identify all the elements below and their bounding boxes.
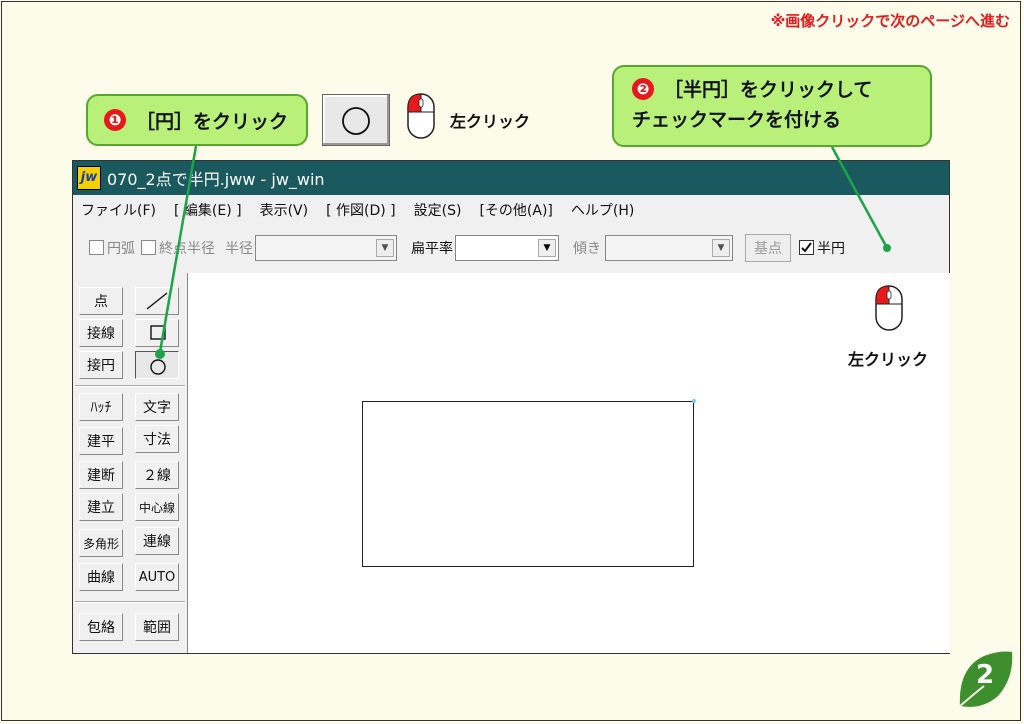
flat-ratio-combo[interactable]: ▼	[455, 235, 559, 261]
jw-win-window: jw 070_2点で半円.jww - jw_win ファイル(F) [ 編集(E…	[72, 160, 950, 654]
tool-section[interactable]: 建断	[79, 461, 123, 489]
step-number: ❷	[632, 78, 654, 100]
end-radius-option[interactable]: 終点半径	[141, 238, 215, 258]
tilt-combo[interactable]: ▼	[605, 235, 733, 261]
next-page-note[interactable]: ※画像クリックで次のページへ進む	[771, 10, 1010, 31]
callout-check-semicircle: ❷ ［半円］をクリックして チェックマークを付ける	[612, 65, 932, 147]
circle-tool-options: 円弧 終点半径 半径 ▼ 扁平率 ▼ 傾き ▼ 基点 半円	[73, 227, 949, 269]
tool-floor-plan[interactable]: 建平	[79, 427, 123, 455]
menu-bar: ファイル(F) [ 編集(E) ] 表示(V) [ 作図(D) ] 設定(S) …	[73, 195, 949, 225]
callout-text-line2: チェックマークを付ける	[632, 109, 842, 131]
arc-label: 円弧	[107, 241, 135, 257]
base-point-button[interactable]: 基点	[745, 234, 791, 262]
tool-center-line[interactable]: 中心線	[135, 493, 179, 521]
tool-range[interactable]: 範囲	[135, 613, 179, 641]
line-icon	[146, 292, 168, 310]
window-title: 070_2点で半円.jww - jw_win	[107, 170, 325, 189]
dropdown-arrow-icon[interactable]: ▼	[712, 239, 730, 257]
menu-help[interactable]: ヘルプ(H)	[571, 200, 634, 220]
menu-edit[interactable]: [ 編集(E) ]	[174, 200, 242, 220]
drawing-canvas[interactable]	[187, 273, 950, 653]
circle-icon	[150, 359, 166, 375]
tool-auto[interactable]: AUTO	[135, 563, 179, 591]
callout-click-circle: ❶ ［円］をクリック	[86, 94, 308, 146]
checkmark-icon	[801, 242, 812, 253]
tool-circle[interactable]	[135, 351, 179, 379]
tool-double-line[interactable]: ２線	[135, 461, 179, 489]
semicircle-label: 半円	[817, 241, 845, 257]
tool-hatch[interactable]: ﾊｯﾁ	[79, 393, 123, 421]
menu-view[interactable]: 表示(V)	[260, 200, 309, 220]
flat-ratio-label: 扁平率	[411, 241, 453, 257]
tool-palette: 点 接線 接円 ﾊｯﾁ 文字 建平 寸法 建断 ２線 建立 中心線 多角形 連線…	[73, 271, 187, 653]
tool-dimension[interactable]: 寸法	[135, 425, 179, 453]
palette-divider	[75, 601, 185, 603]
tool-text[interactable]: 文字	[135, 393, 179, 421]
tool-line[interactable]	[135, 287, 179, 315]
end-radius-label: 終点半径	[159, 241, 215, 257]
menu-other[interactable]: [その他(A)]	[479, 200, 552, 220]
tool-tangent-circle[interactable]: 接円	[79, 351, 123, 379]
circle-icon	[342, 107, 370, 135]
tool-polygon[interactable]: 多角形	[79, 529, 123, 557]
menu-settings[interactable]: 設定(S)	[414, 200, 462, 220]
callout-text-line1: ［半円］をクリックして	[664, 79, 873, 101]
jw-app-icon: jw	[77, 166, 101, 190]
dropdown-arrow-icon[interactable]: ▼	[376, 239, 394, 257]
end-radius-checkbox[interactable]	[141, 240, 156, 255]
palette-divider	[75, 385, 185, 387]
arc-option[interactable]: 円弧	[89, 238, 135, 258]
circle-button-zoom	[322, 94, 390, 146]
cursor-marker-icon	[692, 399, 696, 403]
menu-draw[interactable]: [ 作図(D) ]	[326, 200, 396, 220]
left-click-mouse-icon	[407, 93, 435, 139]
semicircle-checkbox[interactable]	[799, 240, 814, 255]
tool-tangent[interactable]: 接線	[79, 319, 123, 347]
title-bar: jw 070_2点で半円.jww - jw_win	[73, 161, 949, 195]
radius-combo[interactable]: ▼	[255, 235, 397, 261]
radius-label: 半径	[225, 241, 253, 257]
tool-connect-line[interactable]: 連線	[135, 527, 179, 555]
page-number: 2	[976, 660, 995, 690]
tool-envelope[interactable]: 包絡	[79, 613, 123, 641]
callout-text: ［円］をクリック	[136, 110, 289, 133]
menu-file[interactable]: ファイル(F)	[81, 200, 156, 220]
dropdown-arrow-icon[interactable]: ▼	[538, 239, 556, 257]
tool-elevation[interactable]: 建立	[79, 493, 123, 521]
drawn-rectangle	[362, 401, 694, 567]
left-click-mouse-icon	[875, 285, 903, 331]
rectangle-icon	[150, 325, 166, 340]
semicircle-option[interactable]: 半円	[799, 238, 845, 258]
tool-rectangle[interactable]	[135, 319, 179, 347]
arc-checkbox[interactable]	[89, 240, 104, 255]
tilt-label: 傾き	[573, 241, 601, 257]
tool-point[interactable]: 点	[79, 287, 123, 315]
left-click-label: 左クリック	[450, 112, 531, 131]
page-number-badge: 2	[954, 648, 1016, 710]
left-click-label: 左クリック	[848, 350, 929, 369]
step-number: ❶	[104, 109, 126, 131]
tool-curve[interactable]: 曲線	[79, 563, 123, 591]
